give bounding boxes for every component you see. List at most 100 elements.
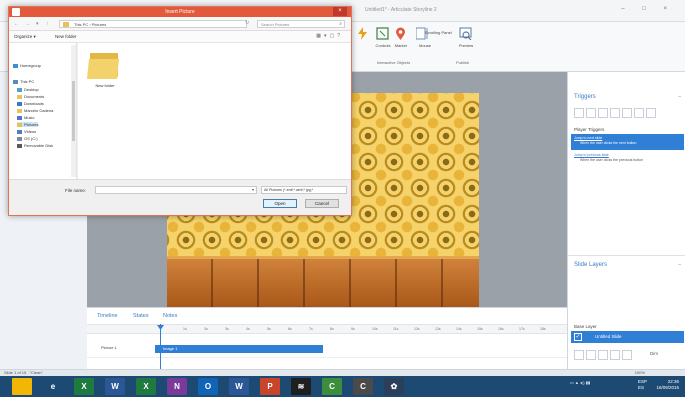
new-folder-button[interactable]: New folder (55, 34, 77, 39)
recent-locations-icon[interactable]: ▾ (36, 21, 39, 27)
nav-label: Desktop (24, 87, 39, 92)
nav-videos[interactable]: Videos (17, 129, 36, 134)
outlook-icon[interactable]: O (198, 378, 218, 395)
new-layer-button[interactable] (574, 350, 584, 360)
tab-states[interactable]: States (133, 313, 149, 319)
tab-timeline[interactable]: Timeline (97, 313, 118, 319)
word-icon-2[interactable]: W (229, 378, 249, 395)
nav-user-folder[interactable]: Marcelo Cadena (17, 108, 53, 113)
nav-music[interactable]: Music (17, 115, 34, 120)
copy-trigger-button[interactable] (598, 108, 608, 118)
minimize-layers-icon[interactable]: – (678, 262, 681, 268)
nav-documents[interactable]: Documents (17, 94, 44, 99)
open-button[interactable]: Open (263, 199, 297, 208)
new-trigger-button[interactable] (574, 108, 584, 118)
ruler-tick: 18s (540, 327, 546, 331)
timeline-object-bar[interactable]: Image 1 (155, 345, 323, 353)
nav-label: Downloads (24, 101, 44, 106)
lang-region: ES (638, 385, 645, 390)
onenote-icon-glyph: N (174, 382, 180, 391)
chevron-down-icon[interactable]: ▾ (252, 187, 254, 192)
ruler-tick: 11s (393, 327, 399, 331)
windows-explorer-icon[interactable] (12, 378, 32, 395)
nav-homegroup[interactable]: Homegroup (13, 63, 41, 68)
nav-removable-disk[interactable]: Removable Disk (17, 143, 53, 148)
ruler-tick: 14s (456, 327, 462, 331)
trigger-next-link[interactable]: Jump to next slide (574, 136, 602, 140)
dim-checkbox[interactable]: Dim (650, 351, 658, 356)
minimize-triggers-icon[interactable]: – (678, 94, 681, 100)
powerpoint-icon[interactable]: P (260, 378, 280, 395)
nav-pictures[interactable]: Pictures (17, 122, 39, 127)
folder-label: New folder (95, 83, 115, 88)
spotify-icon[interactable]: ≋ (291, 378, 311, 395)
trigger-previous-link[interactable]: Jump to previous slide (574, 153, 609, 157)
back-arrow-icon[interactable]: ← (14, 21, 19, 27)
mouse-button[interactable]: Mouse (414, 42, 434, 50)
organize-menu[interactable]: Organize ▾ (14, 34, 36, 40)
lightning-icon (358, 27, 367, 40)
timeline-playhead[interactable] (160, 324, 161, 370)
file-name-label: File name: (65, 188, 87, 193)
layer-up-button[interactable] (610, 350, 620, 360)
ruler-tick: 9s (351, 327, 355, 331)
base-layer-row[interactable]: ✓ Untitled Slide (571, 331, 684, 343)
marker-button[interactable]: Marker (390, 24, 410, 52)
duplicate-layer-button[interactable] (586, 350, 596, 360)
word-icon[interactable]: W (105, 378, 125, 395)
status-bar: Slide 1 of 15 "Clean" 100% (0, 369, 685, 376)
outlook-icon-glyph: O (204, 382, 212, 391)
dialog-close-button[interactable]: × (333, 7, 347, 16)
preview-icon (459, 27, 472, 40)
cancel-button[interactable]: Cancel (305, 199, 339, 208)
file-type-filter[interactable]: All Pictures (*.emf;*.wmf;*.jpg;* (261, 186, 347, 194)
taskbar-clock[interactable]: 22:36 16/09/2015 (656, 379, 679, 391)
trigger-previous-slide[interactable]: Jump to previous slide When the user cli… (571, 152, 684, 166)
computer-icon (13, 79, 18, 84)
storyline-icon[interactable]: C (353, 378, 373, 395)
videos-icon (17, 129, 22, 134)
system-tray[interactable]: ▭ ▲ ◂)) ▮▮ (570, 380, 590, 385)
preview-button[interactable]: Preview (455, 24, 475, 52)
photoshop-icon[interactable]: ✿ (384, 378, 404, 395)
dialog-navbar: ← → ▾ ↑ This PC › Pictures ↻ Search Pict… (9, 17, 351, 31)
onenote-icon[interactable]: N (167, 378, 187, 395)
check-icon[interactable]: ✓ (574, 333, 582, 341)
delete-layer-button[interactable] (598, 350, 608, 360)
window-controls[interactable]: – □ × (621, 6, 675, 12)
ruler-tick: 8s (330, 327, 334, 331)
status-theme: "Clean" (29, 370, 43, 375)
nav-this-pc[interactable]: This PC (13, 79, 34, 84)
tab-notes[interactable]: Notes (163, 313, 177, 319)
edit-trigger-button[interactable] (586, 108, 596, 118)
move-up-button[interactable] (634, 108, 644, 118)
excel-icon-2[interactable]: X (136, 378, 156, 395)
nav-os-drive[interactable]: OS (C:) (17, 136, 38, 141)
search-box[interactable]: Search Pictures ⌕ (257, 20, 345, 28)
timeline-row[interactable]: Picture 1 Image 1 (87, 344, 567, 354)
internet-explorer-icon[interactable]: e (43, 378, 63, 395)
address-bar[interactable]: This PC › Pictures (59, 20, 247, 28)
language-indicator[interactable]: ESP ES (638, 379, 647, 391)
status-zoom[interactable]: 100% (635, 370, 645, 375)
paste-trigger-button[interactable] (610, 108, 620, 118)
insert-picture-dialog: Insert Picture × ← → ▾ ↑ This PC › Pictu… (8, 6, 352, 216)
delete-trigger-button[interactable] (622, 108, 632, 118)
nav-downloads[interactable]: Downloads (17, 101, 44, 106)
up-arrow-icon[interactable]: ↑ (46, 21, 49, 27)
trigger-next-slide[interactable]: Jump to next slide When the user clicks … (571, 134, 684, 150)
base-layer-heading: Base Layer (574, 324, 597, 329)
player-triggers-heading: Player Triggers (574, 127, 605, 132)
refresh-icon[interactable]: ↻ (245, 20, 249, 26)
file-name-input[interactable]: ▾ (95, 186, 257, 194)
nav-scrollbar-thumb[interactable] (72, 81, 75, 141)
excel-icon[interactable]: X (74, 378, 94, 395)
nav-desktop[interactable]: Desktop (17, 87, 39, 92)
view-options-icon[interactable]: ▦▾▢? (316, 33, 343, 39)
new-folder-item[interactable]: New folder (86, 49, 120, 89)
move-down-button[interactable] (646, 108, 656, 118)
layer-down-button[interactable] (622, 350, 632, 360)
forward-arrow-icon[interactable]: → (25, 21, 30, 27)
windows-taskbar: e X W X N O W P ≋ C C ✿ ▭ ▲ ◂)) ▮▮ ESP ES 22:36 16/09… (0, 376, 685, 397)
camtasia-icon[interactable]: C (322, 378, 342, 395)
